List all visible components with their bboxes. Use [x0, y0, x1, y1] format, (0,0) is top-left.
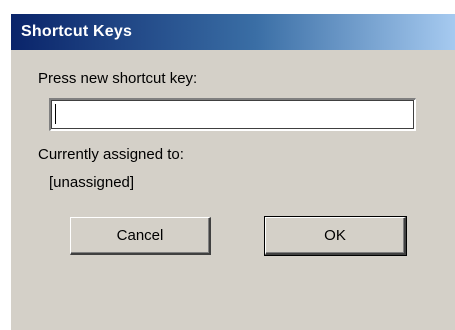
cancel-button[interactable]: Cancel: [70, 217, 211, 255]
assigned-label: Currently assigned to:: [38, 146, 184, 163]
prompt-label: Press new shortcut key:: [38, 70, 198, 87]
assigned-value: [unassigned]: [49, 174, 135, 191]
text-caret: [55, 104, 56, 124]
ok-button[interactable]: OK: [264, 216, 407, 256]
window-title: Shortcut Keys: [21, 23, 133, 40]
shortcut-keys-dialog: Shortcut Keys Press new shortcut key: Cu…: [10, 13, 455, 330]
title-bar[interactable]: Shortcut Keys: [11, 14, 455, 50]
shortcut-key-input[interactable]: [49, 98, 416, 131]
